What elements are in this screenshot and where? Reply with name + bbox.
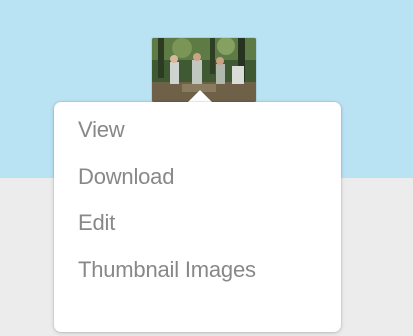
- context-menu: View Download Edit Thumbnail Images: [54, 102, 341, 332]
- menu-item-view[interactable]: View: [54, 110, 341, 150]
- menu-item-thumbnail-images[interactable]: Thumbnail Images: [54, 250, 341, 290]
- menu-item-edit[interactable]: Edit: [54, 203, 341, 243]
- menu-item-label: View: [78, 117, 125, 142]
- menu-item-label: Edit: [78, 210, 116, 235]
- popover-caret: [188, 90, 212, 102]
- menu-item-label: Thumbnail Images: [78, 257, 256, 282]
- menu-item-truncated[interactable]: [54, 296, 341, 336]
- menu-item-label: Download: [78, 164, 175, 189]
- menu-item-download[interactable]: Download: [54, 157, 341, 197]
